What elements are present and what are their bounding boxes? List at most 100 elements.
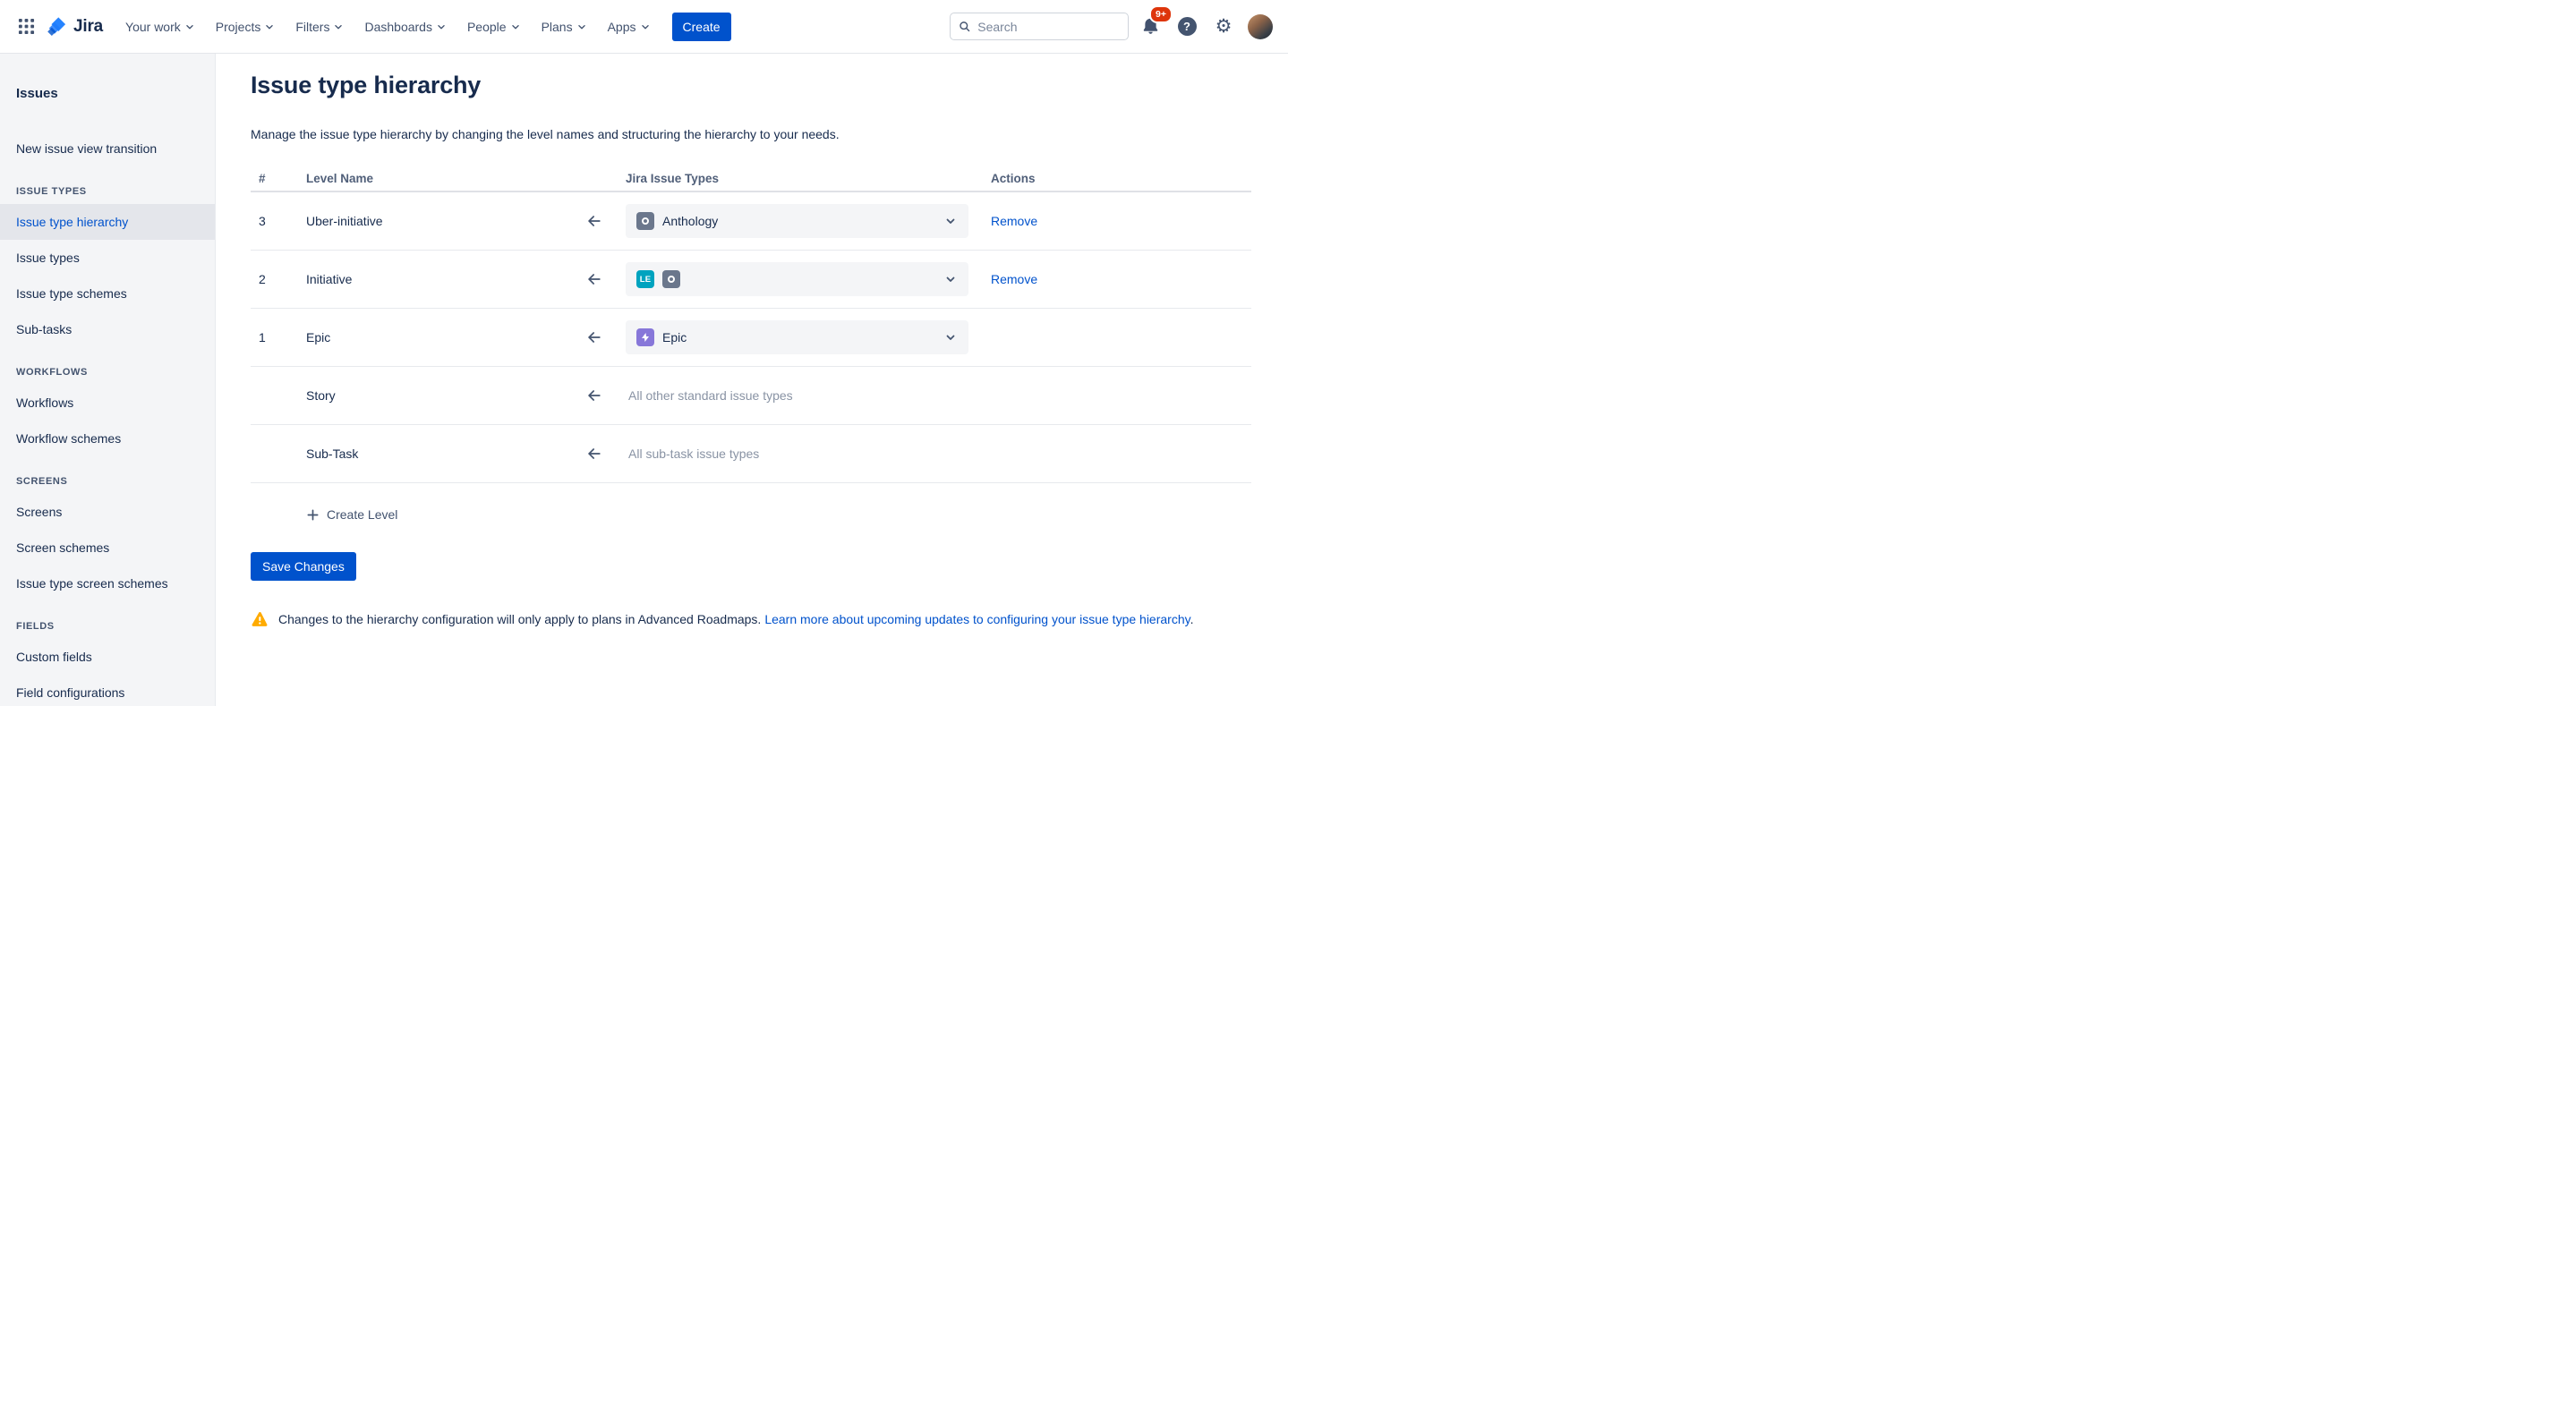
chevron-down-icon <box>576 21 588 33</box>
selected-issue-type-label: Epic <box>662 330 687 344</box>
warning-icon <box>251 610 269 628</box>
hierarchy-row-story: Story All other standard issue types <box>251 367 1251 425</box>
chevron-down-icon <box>435 21 448 33</box>
jira-logo-text: Jira <box>73 17 103 37</box>
sidebar-section-fields: FIELDS <box>16 621 215 633</box>
top-navbar: Jira Your work Projects Filters Dashboar… <box>0 0 1288 54</box>
app-switcher-button[interactable] <box>11 12 41 42</box>
sidebar-item-issue-types[interactable]: Issue types <box>0 240 215 276</box>
sidebar-section-screens: SCREENS <box>16 476 215 488</box>
sidebar-item-issue-type-hierarchy[interactable]: Issue type hierarchy <box>0 204 215 240</box>
notifications-button[interactable]: 9+ <box>1135 12 1165 42</box>
hierarchy-row-initiative: 2 Initiative LE Remove <box>251 251 1251 309</box>
header-actions: Actions <box>968 172 1251 186</box>
nav-item-your-work[interactable]: Your work <box>115 13 206 40</box>
hierarchy-row-uber-initiative: 3 Uber-initiative Anthology Remove <box>251 192 1251 251</box>
arrow-left-icon <box>585 445 603 463</box>
page-description: Manage the issue type hierarchy by chang… <box>251 126 1251 142</box>
jira-logo-icon <box>47 15 69 38</box>
plus-icon <box>306 508 320 522</box>
sidebar-item-issue-type-screen-schemes[interactable]: Issue type screen schemes <box>0 566 215 601</box>
sidebar-item-sub-tasks[interactable]: Sub-tasks <box>0 311 215 347</box>
chevron-down-icon <box>943 272 958 286</box>
issue-types-static-text: All other standard issue types <box>626 388 793 403</box>
level-name: Initiative <box>299 272 567 286</box>
create-button[interactable]: Create <box>672 13 731 41</box>
level-name: Story <box>299 388 567 403</box>
table-header-row: # Level Name Jira Issue Types Actions <box>251 172 1251 192</box>
create-level-button[interactable]: Create Level <box>306 505 397 524</box>
issue-types-select-epic[interactable]: Epic <box>626 320 968 354</box>
search-input[interactable] <box>977 20 1120 34</box>
chevron-down-icon <box>943 214 958 228</box>
issue-types-static-text: All sub-task issue types <box>626 447 759 461</box>
settings-button[interactable]: ⚙ <box>1208 12 1239 42</box>
chevron-down-icon <box>509 21 522 33</box>
primary-nav: Your work Projects Filters Dashboards Pe… <box>115 13 661 40</box>
warning-text: Changes to the hierarchy configuration w… <box>278 612 761 626</box>
jira-logo[interactable]: Jira <box>47 15 103 38</box>
notification-badge: 9+ <box>1149 5 1173 24</box>
sidebar-title: Issues <box>16 86 215 102</box>
page-title: Issue type hierarchy <box>251 71 1251 100</box>
warning-learn-more-link[interactable]: Learn more about upcoming updates to con… <box>764 612 1190 626</box>
save-changes-button[interactable]: Save Changes <box>251 552 356 581</box>
sidebar-item-screen-schemes[interactable]: Screen schemes <box>0 530 215 566</box>
sidebar-item-field-configurations[interactable]: Field configurations <box>0 675 215 706</box>
chevron-down-icon <box>263 21 276 33</box>
sidebar-item-custom-fields[interactable]: Custom fields <box>0 639 215 675</box>
sidebar-section-issue-types: ISSUE TYPES <box>16 186 215 198</box>
nav-item-filters[interactable]: Filters <box>286 13 354 40</box>
hierarchy-table: # Level Name Jira Issue Types Actions 3 … <box>251 172 1251 483</box>
arrow-left-icon <box>585 387 603 404</box>
sidebar-item-workflow-schemes[interactable]: Workflow schemes <box>0 421 215 456</box>
sidebar-section-workflows: WORKFLOWS <box>16 367 215 379</box>
nav-item-projects[interactable]: Projects <box>206 13 286 40</box>
sidebar-item-workflows[interactable]: Workflows <box>0 385 215 421</box>
settings-sidebar: Issues New issue view transition ISSUE T… <box>0 54 216 706</box>
warning-suffix: . <box>1190 612 1194 626</box>
issue-types-select-uber-initiative[interactable]: Anthology <box>626 204 968 238</box>
level-number: 3 <box>251 214 299 228</box>
level-name: Sub-Task <box>299 447 567 461</box>
profile-button[interactable] <box>1245 12 1275 42</box>
help-button[interactable]: ? <box>1172 12 1202 42</box>
arrow-left-icon <box>585 212 603 230</box>
global-search[interactable] <box>950 13 1129 40</box>
main-content: Issue type hierarchy Manage the issue ty… <box>216 54 1288 706</box>
sidebar-item-new-issue-view-transition[interactable]: New issue view transition <box>0 131 215 166</box>
level-name: Epic <box>299 330 567 344</box>
header-level-name: Level Name <box>299 172 567 186</box>
generic-issue-type-icon <box>662 270 680 288</box>
remove-level-2-button[interactable]: Remove <box>991 272 1037 286</box>
issue-types-select-initiative[interactable]: LE <box>626 262 968 296</box>
selected-issue-type-label: Anthology <box>662 214 718 228</box>
level-number: 2 <box>251 272 299 286</box>
generic-issue-type-icon <box>636 212 654 230</box>
arrow-left-icon <box>585 328 603 346</box>
help-icon: ? <box>1178 17 1197 36</box>
nav-item-people[interactable]: People <box>457 13 532 40</box>
nav-item-plans[interactable]: Plans <box>532 13 598 40</box>
remove-level-3-button[interactable]: Remove <box>991 214 1037 228</box>
navbar-right-cluster: 9+ ? ⚙ <box>950 12 1275 42</box>
le-issue-type-badge: LE <box>636 270 654 288</box>
level-name: Uber-initiative <box>299 214 567 228</box>
gear-icon: ⚙ <box>1215 17 1233 36</box>
search-icon <box>959 20 970 33</box>
hierarchy-row-sub-task: Sub-Task All sub-task issue types <box>251 425 1251 483</box>
sidebar-item-screens[interactable]: Screens <box>0 494 215 530</box>
chevron-down-icon <box>183 21 196 33</box>
header-jira-issue-types: Jira Issue Types <box>621 172 968 186</box>
level-number: 1 <box>251 330 299 344</box>
epic-issue-type-icon <box>636 328 654 346</box>
nav-item-apps[interactable]: Apps <box>598 13 661 40</box>
avatar <box>1248 14 1273 39</box>
arrow-left-icon <box>585 270 603 288</box>
nav-item-dashboards[interactable]: Dashboards <box>354 13 457 40</box>
warning-message: Changes to the hierarchy configuration w… <box>251 610 1251 628</box>
chevron-down-icon <box>332 21 345 33</box>
hierarchy-row-epic: 1 Epic Epic <box>251 309 1251 367</box>
sidebar-item-issue-type-schemes[interactable]: Issue type schemes <box>0 276 215 311</box>
chevron-down-icon <box>639 21 652 33</box>
